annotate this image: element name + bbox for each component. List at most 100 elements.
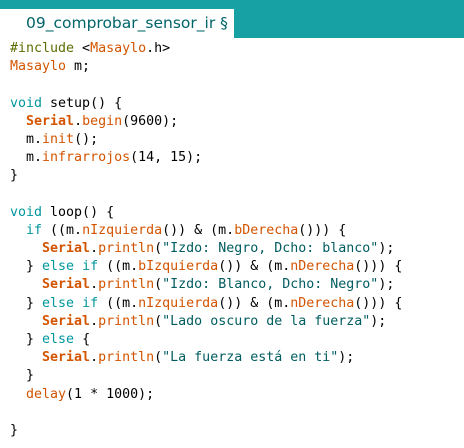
code-line[interactable] [10,404,402,422]
code-token: ())) { [298,222,347,238]
code-line[interactable]: } else { [10,331,402,349]
code-token: ())) { [354,295,403,311]
code-token: ); [378,241,395,257]
code-line[interactable]: m.init(); [10,131,402,149]
code-line[interactable]: Serial.begin(9600); [10,113,402,131]
code-token: } [10,259,43,275]
code-token: nDerecha [290,295,355,311]
code-token: } [10,368,35,384]
code-token: } [10,332,43,347]
code-token: (1 * 1000); [66,386,155,402]
code-line[interactable] [10,186,402,204]
code-token: begin [82,113,123,129]
code-token: Serial [26,113,75,129]
code-token: .h> [146,41,171,56]
code-token: init [42,131,75,147]
code-token: ())) { [354,259,403,275]
code-text[interactable]: #include <Masaylo.h> Masaylo m; void setu… [10,40,402,440]
code-token: . [90,313,99,329]
code-token: . [90,277,99,293]
code-line[interactable]: #include <Masaylo.h> [10,40,402,58]
code-token: if [26,222,43,238]
code-token: (9600); [122,113,179,129]
code-token: } [10,422,19,438]
code-token: Masaylo [90,41,147,56]
code-line[interactable]: void setup() { [10,95,402,113]
code-token: setup() { [42,95,123,111]
code-line[interactable]: void loop() { [10,204,402,222]
code-token: } [10,168,19,184]
code-token: { [74,332,91,347]
code-token: ); [378,277,395,293]
code-line[interactable]: Serial.println("Izdo: Blanco, Dcho: Negr… [10,276,402,294]
code-token: println [98,350,155,366]
code-line[interactable]: delay(1 * 1000); [10,386,402,404]
code-token: void [10,95,43,111]
code-token: Serial [42,241,91,257]
code-line[interactable]: } [10,422,402,440]
code-token: println [98,313,155,329]
code-token: void [10,204,43,220]
code-line[interactable]: Masaylo m; [10,58,402,76]
code-editor[interactable]: #include <Masaylo.h> Masaylo m; void setu… [0,38,464,448]
code-line[interactable]: Serial.println("Lado oscuro de la fuerza… [10,313,402,331]
code-token: m. [10,150,43,166]
code-token: bDerecha [234,222,299,238]
code-token: ( [154,313,163,329]
code-line[interactable]: Serial.println("Izdo: Negro, Dcho: blanc… [10,240,402,258]
code-token: (14, 15); [130,150,203,166]
code-token: "Izdo: Blanco, Dcho: Negro" [162,277,379,293]
tab-sketch[interactable]: 09_comprobar_sensor_ir § [0,9,234,38]
code-token: Serial [42,350,91,366]
code-line[interactable]: } [10,167,402,185]
code-line[interactable]: } else if ((m.bIzquierda()) & (m.nDerech… [10,258,402,276]
code-token: nIzquierda [138,295,219,311]
code-token: bIzquierda [138,259,219,275]
code-line[interactable]: } else if ((m.nIzquierda()) & (m.nDerech… [10,295,402,313]
code-token: . [90,241,99,257]
code-token: . [74,113,83,129]
code-token: ( [154,277,163,293]
code-token: ((m. [42,222,83,238]
code-line[interactable]: Serial.println("La fuerza está en ti"); [10,349,402,367]
code-token: loop() { [42,204,115,220]
code-token: ()) & (m. [162,222,235,238]
code-token: "Izdo: Negro, Dcho: blanco" [162,241,379,257]
code-line[interactable] [10,76,402,94]
code-token: ); [338,350,355,366]
code-token: nDerecha [290,259,355,275]
code-token: (); [74,131,99,147]
code-token: ()) & (m. [218,295,291,311]
code-token: ()) & (m. [218,259,291,275]
code-token: m; [66,59,91,75]
code-token: . [90,350,99,366]
code-token: ); [370,313,387,329]
code-token: else [42,295,75,311]
code-token: "La fuerza está en ti" [162,350,339,366]
code-line[interactable]: m.infrarrojos(14, 15); [10,149,402,167]
code-token: < [74,41,91,56]
code-token: m. [10,131,43,147]
code-token: else [42,259,75,275]
tab-bar: 09_comprobar_sensor_ir § [0,0,464,38]
code-token: infrarrojos [42,150,131,166]
code-token: if [82,295,99,311]
code-token: Masaylo [10,59,67,75]
code-token: else [42,332,75,347]
code-token: ( [154,350,163,366]
code-token: Serial [42,313,91,329]
code-line[interactable]: } [10,367,402,385]
code-line[interactable]: if ((m.nIzquierda()) & (m.bDerecha())) { [10,222,402,240]
code-token: } [10,295,43,311]
code-token: delay [26,386,67,402]
code-token: ((m. [98,295,139,311]
code-token: ( [154,241,163,257]
